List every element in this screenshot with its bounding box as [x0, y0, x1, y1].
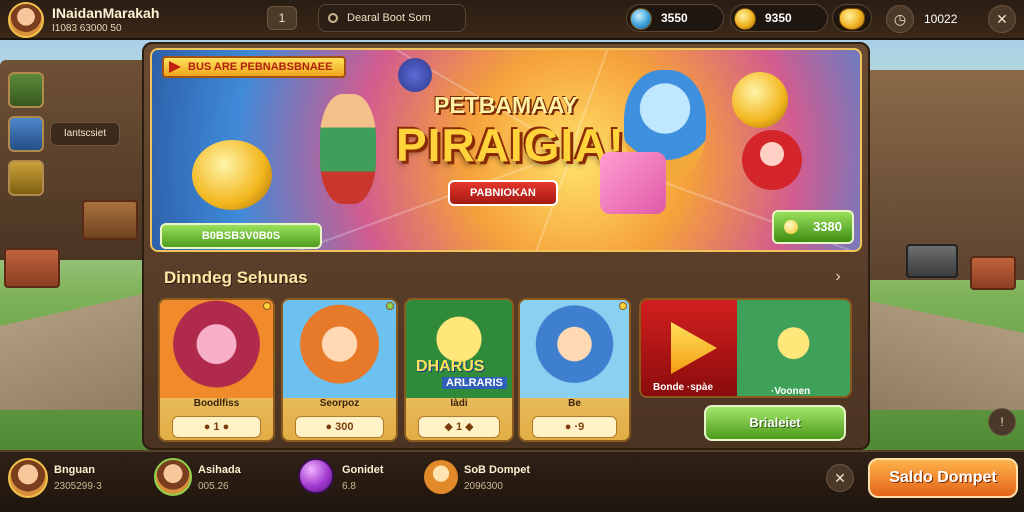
banner-subtitle: PETBAMAAY — [434, 92, 578, 118]
crate-decor — [906, 244, 958, 278]
close-icon[interactable]: ✕ — [988, 5, 1016, 33]
promo-banner[interactable]: BUS ARE PEBNABSBNAEE PETBAMAAY PIRAIGIA!… — [150, 48, 862, 252]
banner-tag: BUS ARE PEBNABSBNAEE — [162, 56, 347, 78]
top-bar: INaidanMarakah I1083 63000 50 1 Dearal B… — [0, 0, 1024, 40]
card-label: Iàdi — [450, 398, 468, 409]
bottom-item-sub: 2305299·3 — [54, 481, 102, 492]
gift-cube-art — [600, 152, 666, 214]
card-label: Seorpoz — [319, 398, 360, 409]
timer-value: 10022 — [924, 12, 958, 26]
banner-ribbon: PABNIOKAN — [448, 180, 558, 206]
video-label-left: Bonde ·spàe — [653, 382, 714, 393]
video-art — [737, 300, 850, 396]
bottom-item-title: Asihada — [198, 464, 241, 476]
banner-tag-text: BUS ARE PEBNABSBNAEE — [188, 61, 333, 73]
currency-gold-bag[interactable] — [832, 4, 872, 32]
card-label: Be — [568, 398, 581, 409]
search-input[interactable]: Dearal Boot Som — [318, 4, 466, 32]
player-avatar[interactable] — [8, 2, 44, 38]
bottom-item-title: Gonidet — [342, 464, 384, 476]
bottom-item-sub: 2096300 — [464, 481, 503, 492]
game-card[interactable]: Boodlfiss ● 1 ● — [158, 298, 275, 442]
card-reward: ● 1 ● — [172, 416, 261, 438]
card-art — [520, 300, 629, 398]
notification-dot — [386, 302, 394, 310]
level-button[interactable]: 1 — [267, 6, 297, 30]
game-card[interactable]: DHARUS ARLRARIS Iàdi ◆ 1 ◆ — [404, 298, 514, 442]
card-art-subtitle: ARLRARIS — [442, 377, 507, 389]
green-action-button[interactable]: Brialeiet — [704, 405, 846, 441]
bottom-item-title: SoB Dompet — [464, 464, 530, 476]
video-card[interactable]: Bonde ·spàe ·Voonen — [639, 298, 852, 398]
info-button[interactable]: ! — [988, 408, 1016, 436]
red-character-art — [742, 130, 802, 190]
currency-compass-value: 3550 — [661, 11, 688, 25]
notification-dot — [619, 302, 627, 310]
bottom-item-title: Bnguan — [54, 464, 95, 476]
card-art — [283, 300, 396, 398]
banner-price-value: 3380 — [813, 219, 842, 234]
currency-compass[interactable]: 3550 — [626, 4, 724, 32]
banner-progress-button[interactable]: B0BSB3V0B0S — [160, 223, 322, 249]
bottom-item-sub: 005.26 — [198, 481, 229, 492]
bottom-avatar[interactable] — [8, 458, 48, 498]
saldo-dompet-button[interactable]: Saldo Dompet — [868, 458, 1018, 498]
coin-pile-art — [192, 140, 272, 210]
currency-gold-value: 9350 — [765, 11, 792, 25]
close-icon[interactable]: ✕ — [826, 464, 854, 492]
card-reward: ◆ 1 ◆ — [418, 416, 500, 438]
big-coin-art — [732, 72, 788, 128]
card-label: Boodlfiss — [193, 398, 240, 409]
section-title: Dinndeg Sehunas — [164, 268, 308, 287]
banner-title: PIRAIGIA! — [396, 119, 625, 171]
game-card[interactable]: Be ● ·9 — [518, 298, 631, 442]
search-icon — [328, 13, 338, 23]
banner-price-button[interactable]: 3380 — [772, 210, 854, 244]
chevron-right-icon[interactable]: › — [826, 266, 850, 288]
video-label-right: ·Voonen — [771, 386, 811, 397]
card-reward: ● 300 — [295, 416, 384, 438]
compass-coin-icon — [630, 8, 652, 30]
game-card[interactable]: Seorpoz ● 300 — [281, 298, 398, 442]
rail-mail-button[interactable] — [8, 116, 44, 152]
player-name: INaidanMarakah — [52, 5, 160, 21]
friend-avatar[interactable] — [154, 458, 192, 496]
gold-bag-icon — [839, 8, 865, 30]
left-path-decor — [0, 290, 160, 410]
timer-icon[interactable]: ◷ — [886, 5, 914, 33]
gem-orb-icon[interactable] — [298, 458, 334, 494]
right-path-decor — [864, 300, 1024, 410]
rail-label: Iаntscsiet — [50, 122, 120, 146]
flag-icon — [169, 61, 181, 73]
gold-coin-icon — [734, 8, 756, 30]
rail-tools-button[interactable] — [8, 160, 44, 196]
wallet-character-icon[interactable] — [424, 460, 458, 494]
boy-character-art — [320, 94, 376, 204]
crate-decor — [82, 200, 138, 240]
card-art — [160, 300, 273, 398]
play-icon[interactable] — [671, 322, 717, 374]
card-art-title: DHARUS — [416, 358, 485, 375]
coin-icon — [784, 220, 798, 234]
crate-decor — [970, 256, 1016, 290]
search-placeholder: Dearal Boot Som — [347, 12, 431, 24]
rail-map-button[interactable] — [8, 72, 44, 108]
card-reward: ● ·9 — [532, 416, 617, 438]
crate-decor — [4, 248, 60, 288]
bottom-item-sub: 6.8 — [342, 481, 356, 492]
player-id: I1083 63000 50 — [52, 23, 122, 34]
pet-character-art — [398, 58, 432, 92]
currency-gold[interactable]: 9350 — [730, 4, 828, 32]
notification-dot — [263, 302, 271, 310]
